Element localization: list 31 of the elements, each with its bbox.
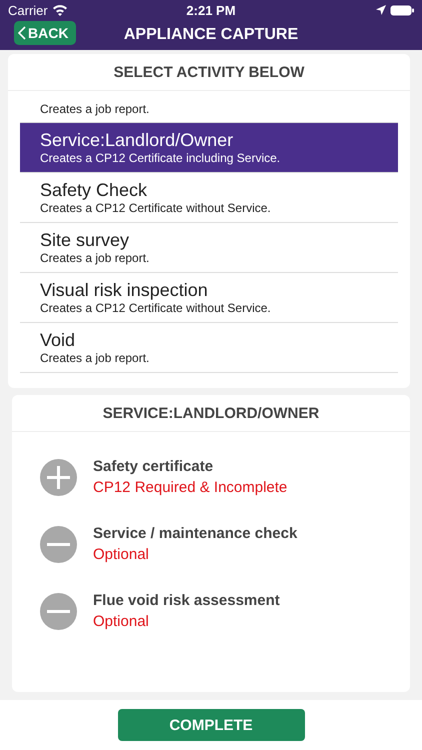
task-status: Optional (93, 613, 150, 630)
task-status: CP12 Required & Incomplete (93, 479, 288, 496)
task-name: Safety certificate (93, 458, 214, 475)
plus-icon[interactable] (40, 458, 77, 496)
minus-icon[interactable] (40, 526, 77, 562)
activity-name: Visual risk inspection (40, 280, 209, 301)
card-title: SERVICE:LANDLORD/OWNER (12, 395, 410, 432)
complete-button[interactable]: COMPLETE (118, 709, 304, 741)
task-name: Flue void risk assessment (93, 592, 280, 609)
activity-description: Creates a job report. (40, 102, 150, 116)
task-status: Optional (93, 546, 150, 563)
task-name: Service / maintenance check (93, 525, 298, 542)
activity-name: Void (40, 330, 76, 351)
location-icon (376, 5, 386, 15)
chevron-icon (18, 26, 26, 40)
back-button[interactable]: BACK (14, 21, 76, 45)
activity-name: Site survey (40, 230, 130, 251)
minus-icon[interactable] (40, 592, 77, 630)
wifi-icon (52, 4, 68, 16)
activity-item[interactable]: Service:Landlord/Owner Creates a CP12 Certificate including Service. (20, 123, 398, 173)
status-time: 2:21 PM (186, 2, 236, 18)
activity-description: Creates a job report. (40, 351, 150, 365)
activity-name: Service:Landlord/Owner (40, 130, 234, 151)
screen-title: APPLIANCE CAPTURE (124, 26, 298, 44)
activity-name: Safety Check (40, 180, 148, 201)
activity-description: Creates a CP12 Certificate without Service. (40, 301, 272, 315)
battery-icon (390, 4, 414, 16)
activity-description: Creates a CP12 Certificate including Service. (40, 151, 282, 165)
activity-description: Creates a job report. (40, 251, 150, 265)
activity-description: Creates a CP12 Certificate without Service. (40, 201, 272, 215)
carrier-label: Carrier (8, 2, 48, 18)
